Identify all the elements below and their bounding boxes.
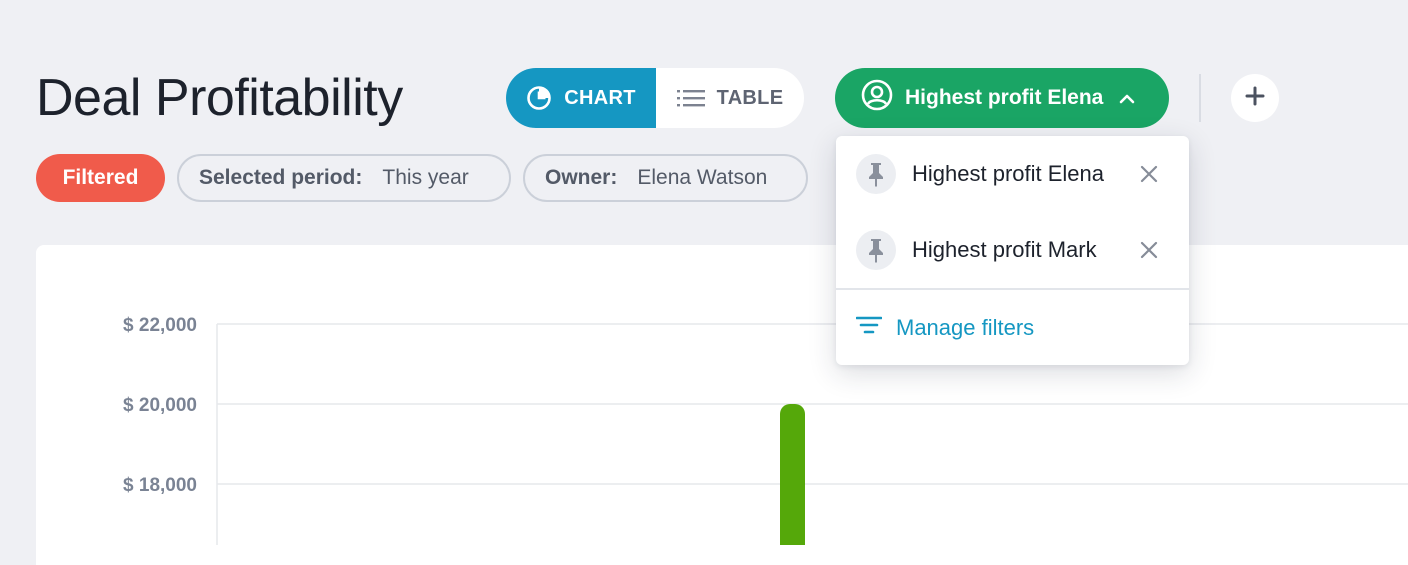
filtered-badge[interactable]: Filtered (36, 154, 165, 202)
user-circle-icon (861, 79, 893, 117)
owner-filter-chip[interactable]: Owner: Elena Watson (523, 154, 808, 202)
filter-dropdown-menu: Highest profit Elena Highest profit Mark… (836, 136, 1189, 365)
manage-filters-label: Manage filters (896, 315, 1035, 340)
dropdown-item-label: Highest profit Elena (912, 161, 1104, 186)
period-filter-key: Selected period: (199, 166, 363, 189)
period-filter-chip[interactable]: Selected period: This year (177, 154, 511, 202)
owner-filter-key: Owner: (545, 166, 618, 189)
chart-view-label: CHART (564, 86, 636, 109)
pin-icon (856, 154, 896, 194)
bar[interactable] (780, 404, 805, 545)
chart-view-button[interactable]: CHART (506, 68, 656, 128)
plus-icon (1245, 86, 1265, 111)
chart-card: $ 22,000 $ 20,000 $ 18,000 (36, 245, 1408, 565)
page-title: Deal Profitability (36, 69, 403, 127)
y-tick-label: $ 22,000 (123, 315, 197, 336)
close-icon[interactable] (1138, 239, 1160, 261)
dropdown-item-elena[interactable]: Highest profit Elena (836, 136, 1189, 212)
filter-selector-label: Highest profit Elena (905, 86, 1104, 109)
close-icon[interactable] (1138, 163, 1160, 185)
filter-lines-icon (855, 315, 883, 341)
add-button[interactable] (1231, 74, 1279, 122)
manage-filters-link[interactable]: Manage filters (855, 306, 1035, 350)
y-tick-label: $ 20,000 (123, 395, 197, 416)
toolbar-divider (1199, 74, 1201, 122)
table-view-button[interactable]: TABLE (656, 68, 804, 128)
view-toggle: CHART TABLE (506, 68, 804, 128)
dropdown-item-mark[interactable]: Highest profit Mark (836, 212, 1189, 288)
dropdown-item-label: Highest profit Mark (912, 237, 1097, 262)
pie-chart-icon (526, 85, 552, 111)
list-icon (676, 88, 705, 108)
y-tick-label: $ 18,000 (123, 475, 197, 496)
bar-chart: $ 22,000 $ 20,000 $ 18,000 (123, 315, 1408, 545)
filter-selector-button[interactable]: Highest profit Elena (835, 68, 1169, 128)
dropdown-divider (836, 288, 1189, 290)
table-view-label: TABLE (716, 86, 784, 109)
owner-filter-value: Elena Watson (637, 166, 768, 189)
period-filter-value: This year (382, 166, 469, 189)
pin-icon (856, 230, 896, 270)
chevron-up-icon (1119, 86, 1135, 110)
